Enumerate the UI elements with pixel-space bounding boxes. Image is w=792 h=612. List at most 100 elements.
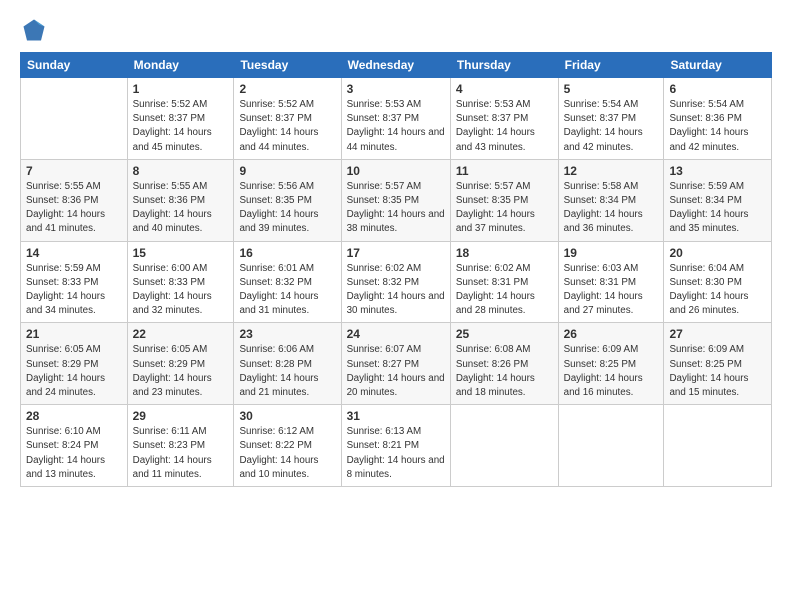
calendar-cell: 16 Sunrise: 6:01 AM Sunset: 8:32 PM Dayli… bbox=[234, 241, 341, 323]
day-info: Sunrise: 6:03 AM Sunset: 8:31 PM Dayligh… bbox=[564, 262, 659, 319]
header-day: Saturday bbox=[664, 53, 772, 78]
calendar-cell: 3 Sunrise: 5:53 AM Sunset: 8:37 PM Daylig… bbox=[341, 78, 450, 160]
day-number: 19 bbox=[564, 246, 659, 260]
calendar-cell: 28 Sunrise: 6:10 AM Sunset: 8:24 PM Dayli… bbox=[21, 405, 128, 487]
day-info: Sunrise: 5:53 AM Sunset: 8:37 PM Dayligh… bbox=[456, 98, 553, 155]
day-info: Sunrise: 6:02 AM Sunset: 8:31 PM Dayligh… bbox=[456, 262, 553, 319]
calendar-cell: 2 Sunrise: 5:52 AM Sunset: 8:37 PM Daylig… bbox=[234, 78, 341, 160]
calendar-cell: 6Sunrise: 5:54 AM Sunset: 8:36 PM Daylig… bbox=[664, 78, 772, 160]
day-info: Sunrise: 6:13 AM Sunset: 8:21 PM Dayligh… bbox=[347, 425, 445, 482]
calendar-week-row: 28 Sunrise: 6:10 AM Sunset: 8:24 PM Dayli… bbox=[21, 405, 772, 487]
day-number: 16 bbox=[239, 246, 335, 260]
calendar-cell: 4 Sunrise: 5:53 AM Sunset: 8:37 PM Daylig… bbox=[450, 78, 558, 160]
calendar-cell: 8 Sunrise: 5:55 AM Sunset: 8:36 PM Daylig… bbox=[127, 159, 234, 241]
calendar-cell: 22 Sunrise: 6:05 AM Sunset: 8:29 PM Dayli… bbox=[127, 323, 234, 405]
day-info: Sunrise: 5:59 AM Sunset: 8:33 PM Dayligh… bbox=[26, 262, 122, 319]
logo-icon bbox=[20, 16, 48, 44]
calendar-cell: 21Sunrise: 6:05 AM Sunset: 8:29 PM Dayli… bbox=[21, 323, 128, 405]
header-day: Friday bbox=[558, 53, 664, 78]
day-info: Sunrise: 6:11 AM Sunset: 8:23 PM Dayligh… bbox=[133, 425, 229, 482]
calendar-cell: 14 Sunrise: 5:59 AM Sunset: 8:33 PM Dayli… bbox=[21, 241, 128, 323]
day-number: 17 bbox=[347, 246, 445, 260]
calendar-cell: 17 Sunrise: 6:02 AM Sunset: 8:32 PM Dayli… bbox=[341, 241, 450, 323]
calendar-cell bbox=[558, 405, 664, 487]
day-number: 18 bbox=[456, 246, 553, 260]
day-info: Sunrise: 6:07 AM Sunset: 8:27 PM Dayligh… bbox=[347, 343, 445, 400]
day-number: 26 bbox=[564, 327, 659, 341]
day-number: 20 bbox=[669, 246, 766, 260]
calendar-cell: 27 Sunrise: 6:09 AM Sunset: 8:25 PM Dayli… bbox=[664, 323, 772, 405]
day-info: Sunrise: 6:10 AM Sunset: 8:24 PM Dayligh… bbox=[26, 425, 122, 482]
calendar-week-row: 21Sunrise: 6:05 AM Sunset: 8:29 PM Dayli… bbox=[21, 323, 772, 405]
day-number: 1 bbox=[133, 82, 229, 96]
header-day: Tuesday bbox=[234, 53, 341, 78]
day-number: 15 bbox=[133, 246, 229, 260]
day-info: Sunrise: 6:09 AM Sunset: 8:25 PM Dayligh… bbox=[564, 343, 659, 400]
day-number: 13 bbox=[669, 164, 766, 178]
day-info: Sunrise: 5:54 AM Sunset: 8:36 PM Dayligh… bbox=[669, 98, 766, 155]
header-day: Monday bbox=[127, 53, 234, 78]
day-info: Sunrise: 5:59 AM Sunset: 8:34 PM Dayligh… bbox=[669, 180, 766, 237]
day-info: Sunrise: 5:55 AM Sunset: 8:36 PM Dayligh… bbox=[26, 180, 122, 237]
day-info: Sunrise: 6:01 AM Sunset: 8:32 PM Dayligh… bbox=[239, 262, 335, 319]
day-number: 14 bbox=[26, 246, 122, 260]
calendar-cell: 18 Sunrise: 6:02 AM Sunset: 8:31 PM Dayli… bbox=[450, 241, 558, 323]
logo bbox=[20, 16, 52, 44]
calendar-cell: 30 Sunrise: 6:12 AM Sunset: 8:22 PM Dayli… bbox=[234, 405, 341, 487]
day-number: 25 bbox=[456, 327, 553, 341]
calendar-cell: 5Sunrise: 5:54 AM Sunset: 8:37 PM Daylig… bbox=[558, 78, 664, 160]
day-number: 27 bbox=[669, 327, 766, 341]
day-number: 30 bbox=[239, 409, 335, 423]
day-number: 28 bbox=[26, 409, 122, 423]
calendar-cell: 11 Sunrise: 5:57 AM Sunset: 8:35 PM Dayli… bbox=[450, 159, 558, 241]
day-number: 22 bbox=[133, 327, 229, 341]
calendar-cell: 23Sunrise: 6:06 AM Sunset: 8:28 PM Dayli… bbox=[234, 323, 341, 405]
day-number: 11 bbox=[456, 164, 553, 178]
calendar-week-row: 1 Sunrise: 5:52 AM Sunset: 8:37 PM Daylig… bbox=[21, 78, 772, 160]
calendar-cell: 25Sunrise: 6:08 AM Sunset: 8:26 PM Dayli… bbox=[450, 323, 558, 405]
day-info: Sunrise: 6:06 AM Sunset: 8:28 PM Dayligh… bbox=[239, 343, 335, 400]
calendar-week-row: 14 Sunrise: 5:59 AM Sunset: 8:33 PM Dayli… bbox=[21, 241, 772, 323]
calendar-cell: 13 Sunrise: 5:59 AM Sunset: 8:34 PM Dayli… bbox=[664, 159, 772, 241]
calendar-cell bbox=[21, 78, 128, 160]
header bbox=[20, 16, 772, 44]
day-info: Sunrise: 6:12 AM Sunset: 8:22 PM Dayligh… bbox=[239, 425, 335, 482]
day-info: Sunrise: 5:52 AM Sunset: 8:37 PM Dayligh… bbox=[133, 98, 229, 155]
header-day: Wednesday bbox=[341, 53, 450, 78]
day-info: Sunrise: 5:52 AM Sunset: 8:37 PM Dayligh… bbox=[239, 98, 335, 155]
calendar-header: SundayMondayTuesdayWednesdayThursdayFrid… bbox=[21, 53, 772, 78]
calendar-cell: 26 Sunrise: 6:09 AM Sunset: 8:25 PM Dayli… bbox=[558, 323, 664, 405]
day-info: Sunrise: 5:53 AM Sunset: 8:37 PM Dayligh… bbox=[347, 98, 445, 155]
calendar-cell bbox=[450, 405, 558, 487]
day-info: Sunrise: 5:56 AM Sunset: 8:35 PM Dayligh… bbox=[239, 180, 335, 237]
day-info: Sunrise: 6:04 AM Sunset: 8:30 PM Dayligh… bbox=[669, 262, 766, 319]
day-info: Sunrise: 5:57 AM Sunset: 8:35 PM Dayligh… bbox=[347, 180, 445, 237]
calendar-cell bbox=[664, 405, 772, 487]
header-day: Sunday bbox=[21, 53, 128, 78]
calendar-cell: 15 Sunrise: 6:00 AM Sunset: 8:33 PM Dayli… bbox=[127, 241, 234, 323]
calendar-cell: 7Sunrise: 5:55 AM Sunset: 8:36 PM Daylig… bbox=[21, 159, 128, 241]
day-number: 24 bbox=[347, 327, 445, 341]
calendar-body: 1 Sunrise: 5:52 AM Sunset: 8:37 PM Daylig… bbox=[21, 78, 772, 487]
day-info: Sunrise: 6:05 AM Sunset: 8:29 PM Dayligh… bbox=[26, 343, 122, 400]
day-number: 31 bbox=[347, 409, 445, 423]
day-info: Sunrise: 5:54 AM Sunset: 8:37 PM Dayligh… bbox=[564, 98, 659, 155]
day-number: 12 bbox=[564, 164, 659, 178]
day-info: Sunrise: 6:09 AM Sunset: 8:25 PM Dayligh… bbox=[669, 343, 766, 400]
calendar-cell: 24 Sunrise: 6:07 AM Sunset: 8:27 PM Dayli… bbox=[341, 323, 450, 405]
day-number: 9 bbox=[239, 164, 335, 178]
calendar-cell: 10 Sunrise: 5:57 AM Sunset: 8:35 PM Dayli… bbox=[341, 159, 450, 241]
day-info: Sunrise: 6:02 AM Sunset: 8:32 PM Dayligh… bbox=[347, 262, 445, 319]
page: SundayMondayTuesdayWednesdayThursdayFrid… bbox=[0, 0, 792, 612]
day-info: Sunrise: 6:05 AM Sunset: 8:29 PM Dayligh… bbox=[133, 343, 229, 400]
day-info: Sunrise: 5:55 AM Sunset: 8:36 PM Dayligh… bbox=[133, 180, 229, 237]
day-number: 4 bbox=[456, 82, 553, 96]
day-info: Sunrise: 6:00 AM Sunset: 8:33 PM Dayligh… bbox=[133, 262, 229, 319]
day-number: 8 bbox=[133, 164, 229, 178]
day-number: 2 bbox=[239, 82, 335, 96]
day-number: 10 bbox=[347, 164, 445, 178]
day-number: 3 bbox=[347, 82, 445, 96]
day-info: Sunrise: 5:57 AM Sunset: 8:35 PM Dayligh… bbox=[456, 180, 553, 237]
day-number: 29 bbox=[133, 409, 229, 423]
day-info: Sunrise: 5:58 AM Sunset: 8:34 PM Dayligh… bbox=[564, 180, 659, 237]
